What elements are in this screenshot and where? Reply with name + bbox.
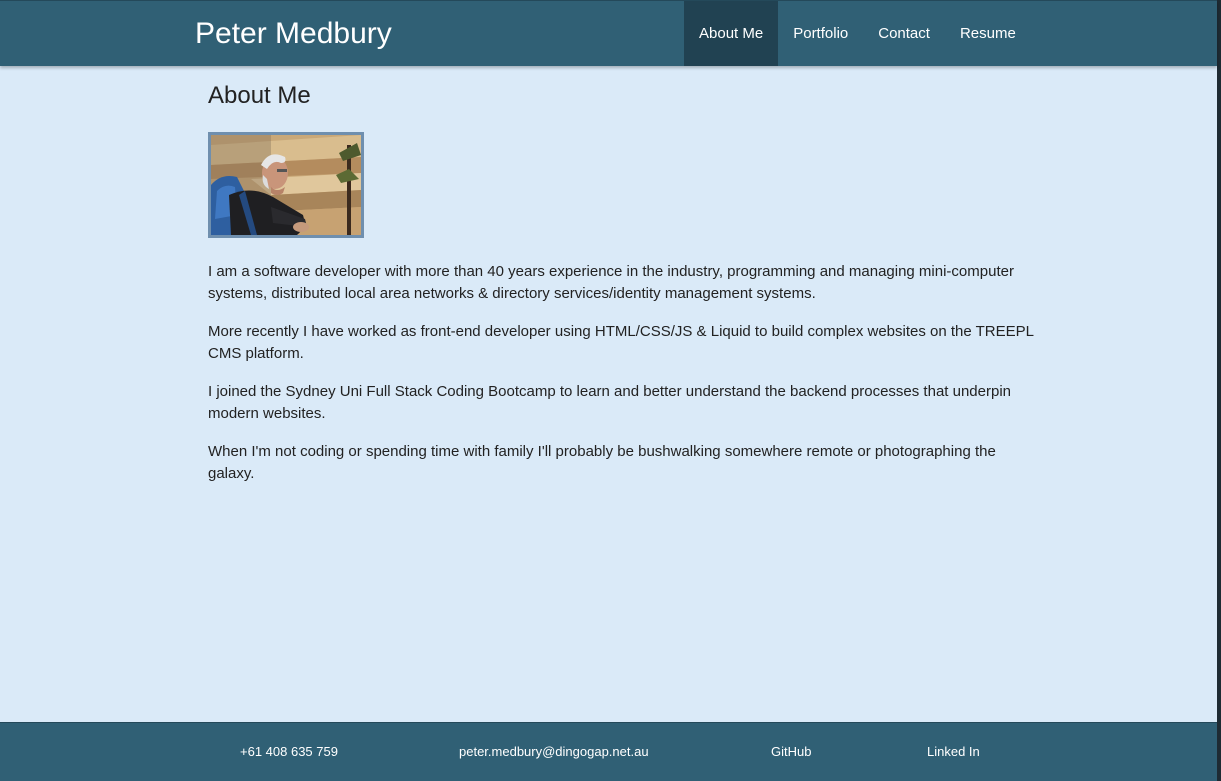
nav-portfolio[interactable]: Portfolio <box>778 1 863 66</box>
nav-resume[interactable]: Resume <box>945 1 1031 66</box>
bio-paragraph: I joined the Sydney Uni Full Stack Codin… <box>208 383 1011 422</box>
nav-about-me[interactable]: About Me <box>684 1 779 66</box>
page-title: About Me <box>208 82 311 109</box>
nav-contact[interactable]: Contact <box>863 1 945 66</box>
site-brand[interactable]: Peter Medbury <box>195 16 392 52</box>
bio-paragraph: I am a software developer with more than… <box>208 263 1014 302</box>
main-nav: About Me Portfolio Contact Resume <box>684 1 1031 66</box>
profile-photo <box>208 132 364 238</box>
site-header: Peter Medbury About Me Portfolio Contact… <box>0 0 1217 66</box>
footer-email-link[interactable]: peter.medbury@dingogap.net.au <box>459 743 649 761</box>
bio: I am a software developer with more than… <box>208 261 1038 485</box>
site-footer: +61 408 635 759 peter.medbury@dingogap.n… <box>0 722 1217 781</box>
about-section: About Me I am a software developer with … <box>208 80 1038 501</box>
footer-phone-link[interactable]: +61 408 635 759 <box>240 743 338 761</box>
footer-linkedin-link[interactable]: Linked In <box>927 743 980 761</box>
bio-paragraph: More recently I have worked as front-end… <box>208 323 1034 362</box>
window-edge <box>1217 0 1221 781</box>
profile-photo-image <box>211 135 361 235</box>
footer-github-link[interactable]: GitHub <box>771 743 811 761</box>
bio-paragraph: When I'm not coding or spending time wit… <box>208 443 996 482</box>
